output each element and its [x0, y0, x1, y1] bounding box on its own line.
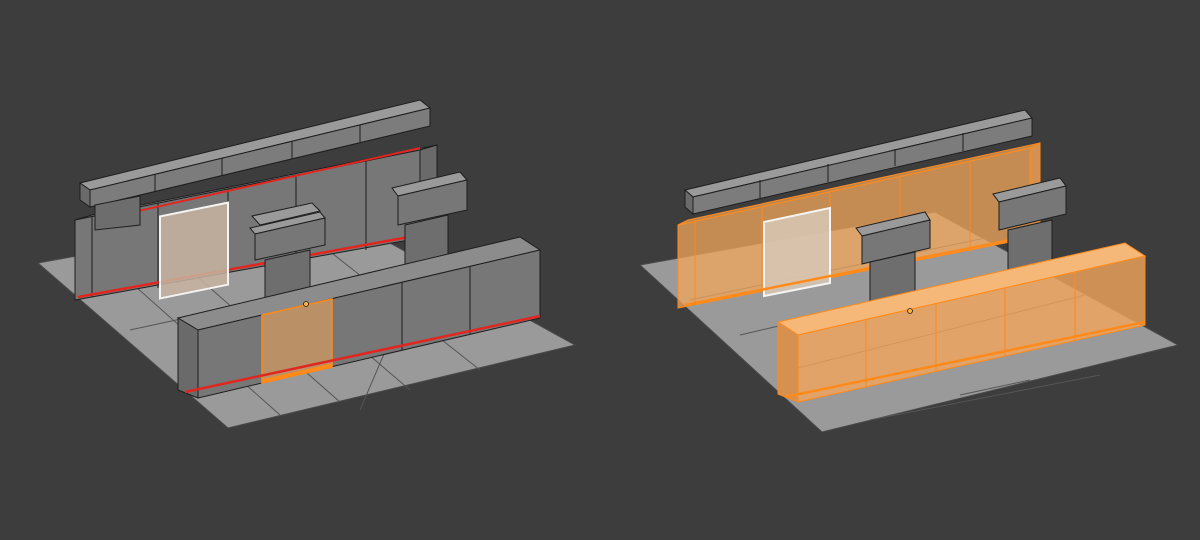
front-wall-front[interactable] [177, 317, 199, 399]
viewport-canvas[interactable] [0, 0, 1200, 540]
3d-viewport[interactable] [0, 0, 1200, 540]
right-scene[interactable] [638, 109, 1180, 433]
object-origin [303, 301, 309, 307]
selected-face[interactable] [159, 201, 229, 300]
left-scene[interactable] [36, 99, 577, 429]
object-origin [907, 308, 913, 314]
